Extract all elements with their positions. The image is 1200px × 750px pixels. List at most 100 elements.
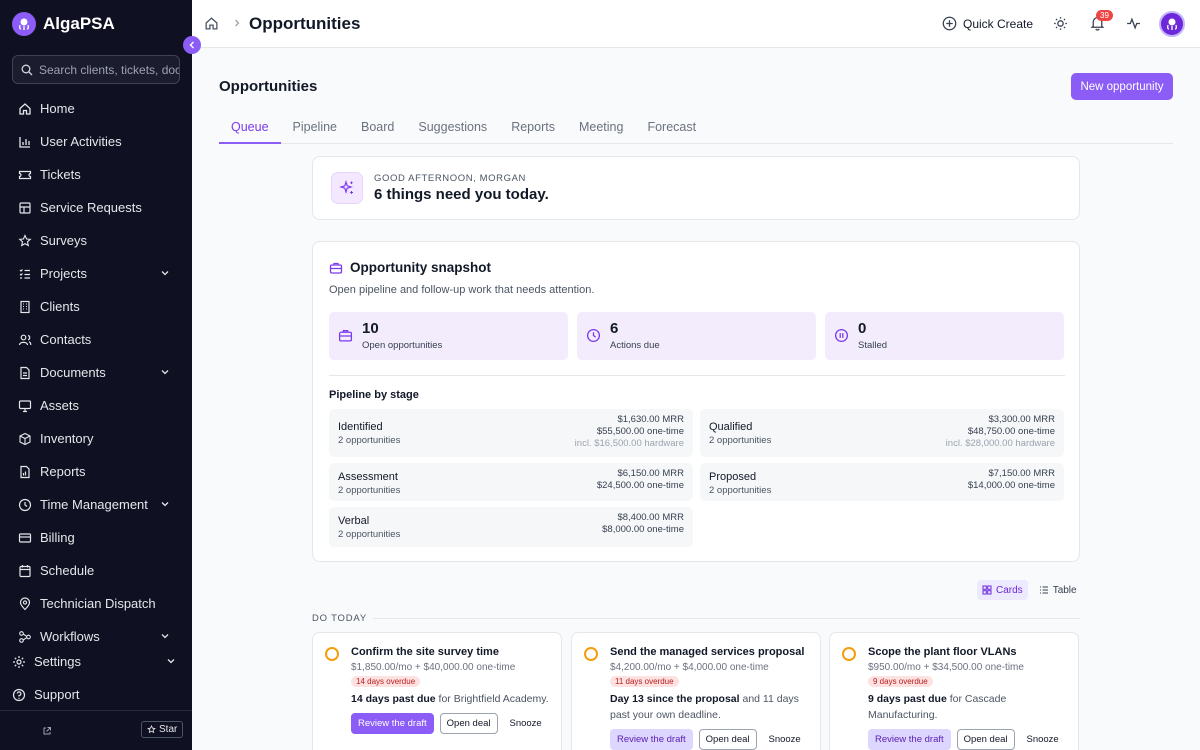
star-label: Star [159, 724, 178, 735]
external-link-icon[interactable] [42, 726, 52, 736]
sidebar-item-documents[interactable]: Documents [0, 356, 192, 389]
sidebar-item-technician-dispatch[interactable]: Technician Dispatch [0, 587, 192, 620]
table-label: Table [1052, 584, 1077, 596]
sidebar-item-inventory[interactable]: Inventory [0, 422, 192, 455]
review-draft-button[interactable]: Review the draft [610, 729, 693, 750]
sidebar-footer: Star [0, 710, 192, 750]
stage-values: $7,150.00 MRR $14,000.00 one-time [968, 468, 1055, 492]
brand[interactable]: AlgaPSA [12, 12, 115, 36]
github-star-button[interactable]: Star [141, 721, 184, 738]
stage-identified[interactable]: Identified 2 opportunities $1,630.00 MRR… [329, 409, 693, 457]
sidebar-item-contacts[interactable]: Contacts [0, 323, 192, 356]
open-deal-button[interactable]: Open deal [698, 729, 757, 750]
collapse-sidebar-button[interactable] [183, 36, 201, 54]
stage-values: $3,300.00 MRR $48,750.00 one-time incl. … [946, 414, 1055, 450]
sidebar-item-support[interactable]: Support [0, 678, 192, 711]
report-icon [20, 465, 30, 478]
sidebar-item-label: Home [40, 101, 75, 116]
table-view-button[interactable]: Table [1034, 580, 1082, 600]
stage-verbal[interactable]: Verbal 2 opportunities $8,400.00 MRR $8,… [329, 507, 693, 547]
cards-label: Cards [996, 584, 1023, 596]
metric-actions-due[interactable]: 6 Actions due [577, 312, 816, 360]
tab-suggestions[interactable]: Suggestions [406, 112, 499, 144]
view-toggle: Cards Table [977, 580, 1082, 600]
tab-queue[interactable]: Queue [219, 112, 281, 144]
sidebar-item-assets[interactable]: Assets [0, 389, 192, 422]
stage-values: $8,400.00 MRR $8,000.00 one-time [602, 512, 684, 536]
snooze-button[interactable]: Snooze [504, 714, 548, 733]
stage-qualified[interactable]: Qualified 2 opportunities $3,300.00 MRR … [700, 409, 1064, 457]
task-title: Scope the plant floor VLANs [868, 646, 1017, 658]
task-price: $950.00/mo + $34,500.00 one-time [868, 662, 1024, 673]
snapshot-title: Opportunity snapshot [329, 260, 491, 275]
stage-assessment[interactable]: Assessment 2 opportunities $6,150.00 MRR… [329, 463, 693, 501]
gear-icon [13, 655, 25, 668]
workflow-icon [19, 630, 31, 643]
sidebar-item-projects[interactable]: Projects [0, 257, 192, 290]
stage-proposed[interactable]: Proposed 2 opportunities $7,150.00 MRR $… [700, 463, 1064, 501]
search-input[interactable] [39, 62, 179, 77]
task-price: $4,200.00/mo + $4,000.00 one-time [610, 662, 769, 673]
stage-hardware: incl. $28,000.00 hardware [945, 438, 1055, 449]
sidebar-item-settings[interactable]: Settings [0, 645, 192, 678]
sidebar-item-user-activities[interactable]: User Activities [0, 125, 192, 158]
snooze-button[interactable]: Snooze [1021, 730, 1065, 749]
task-checkbox[interactable] [584, 647, 598, 661]
sidebar-item-service-requests[interactable]: Service Requests [0, 191, 192, 224]
cards-view-button[interactable]: Cards [977, 580, 1028, 600]
monitor-icon [18, 399, 32, 412]
tab-forecast[interactable]: Forecast [635, 112, 708, 144]
metric-label: Actions due [610, 340, 660, 351]
task-description: 14 days past due for Brightfield Academy… [351, 691, 551, 707]
tab-meeting[interactable]: Meeting [567, 112, 635, 144]
review-draft-button[interactable]: Review the draft [351, 713, 434, 734]
sidebar-item-label: Projects [40, 266, 87, 281]
chevron-down-icon[interactable] [160, 631, 170, 641]
sidebar-item-billing[interactable]: Billing [0, 521, 192, 554]
sidebar-search[interactable] [12, 55, 180, 84]
tab-board[interactable]: Board [349, 112, 406, 144]
chevron-down-icon[interactable] [160, 367, 170, 377]
chevron-down-icon[interactable] [160, 268, 170, 278]
sidebar-item-tickets[interactable]: Tickets [0, 158, 192, 191]
sidebar-item-reports[interactable]: Reports [0, 455, 192, 488]
task-price: $1,850.00/mo + $40,000.00 one-time [351, 662, 516, 673]
task-checkbox[interactable] [842, 647, 856, 661]
chevron-down-icon[interactable] [160, 499, 170, 509]
review-draft-button[interactable]: Review the draft [868, 729, 951, 750]
tab-pipeline[interactable]: Pipeline [281, 112, 349, 144]
task-card[interactable]: Scope the plant floor VLANs $950.00/mo +… [829, 632, 1079, 750]
task-actions: Review the draft Open deal Snooze [868, 729, 1065, 750]
home-icon[interactable] [204, 16, 219, 31]
stage-mrr: $3,300.00 MRR [988, 414, 1055, 425]
sidebar-item-schedule[interactable]: Schedule [0, 554, 192, 587]
sidebar-item-home[interactable]: Home [0, 92, 192, 125]
sidebar-item-clients[interactable]: Clients [0, 290, 192, 323]
task-card[interactable]: Send the managed services proposal $4,20… [571, 632, 821, 750]
task-checkbox[interactable] [325, 647, 339, 661]
task-card[interactable]: Confirm the site survey time $1,850.00/m… [312, 632, 562, 750]
stage-name: Proposed [709, 471, 757, 483]
briefcase-icon [329, 262, 343, 274]
divider [329, 375, 1065, 376]
activity-icon[interactable] [1126, 16, 1141, 31]
stage-onetime: $8,000.00 one-time [602, 524, 684, 535]
quick-create-button[interactable]: Quick Create [942, 16, 1033, 31]
metric-stalled[interactable]: 0 Stalled [825, 312, 1064, 360]
tab-reports[interactable]: Reports [499, 112, 567, 144]
sun-icon[interactable] [1053, 16, 1068, 31]
metric-open-opportunities[interactable]: 10 Open opportunities [329, 312, 568, 360]
quick-create-label: Quick Create [963, 16, 1034, 31]
home-icon [19, 102, 31, 115]
sidebar-item-label: Surveys [40, 233, 87, 248]
new-opportunity-button[interactable]: New opportunity [1071, 73, 1173, 100]
sidebar-item-surveys[interactable]: Surveys [0, 224, 192, 257]
open-deal-button[interactable]: Open deal [439, 713, 498, 734]
snooze-button[interactable]: Snooze [763, 730, 807, 749]
open-deal-button[interactable]: Open deal [956, 729, 1015, 750]
sidebar-item-label: User Activities [40, 134, 122, 149]
list-icon [1039, 586, 1048, 594]
avatar[interactable] [1159, 11, 1185, 37]
chevron-down-icon[interactable] [166, 656, 176, 666]
sidebar-item-time-management[interactable]: Time Management [0, 488, 192, 521]
